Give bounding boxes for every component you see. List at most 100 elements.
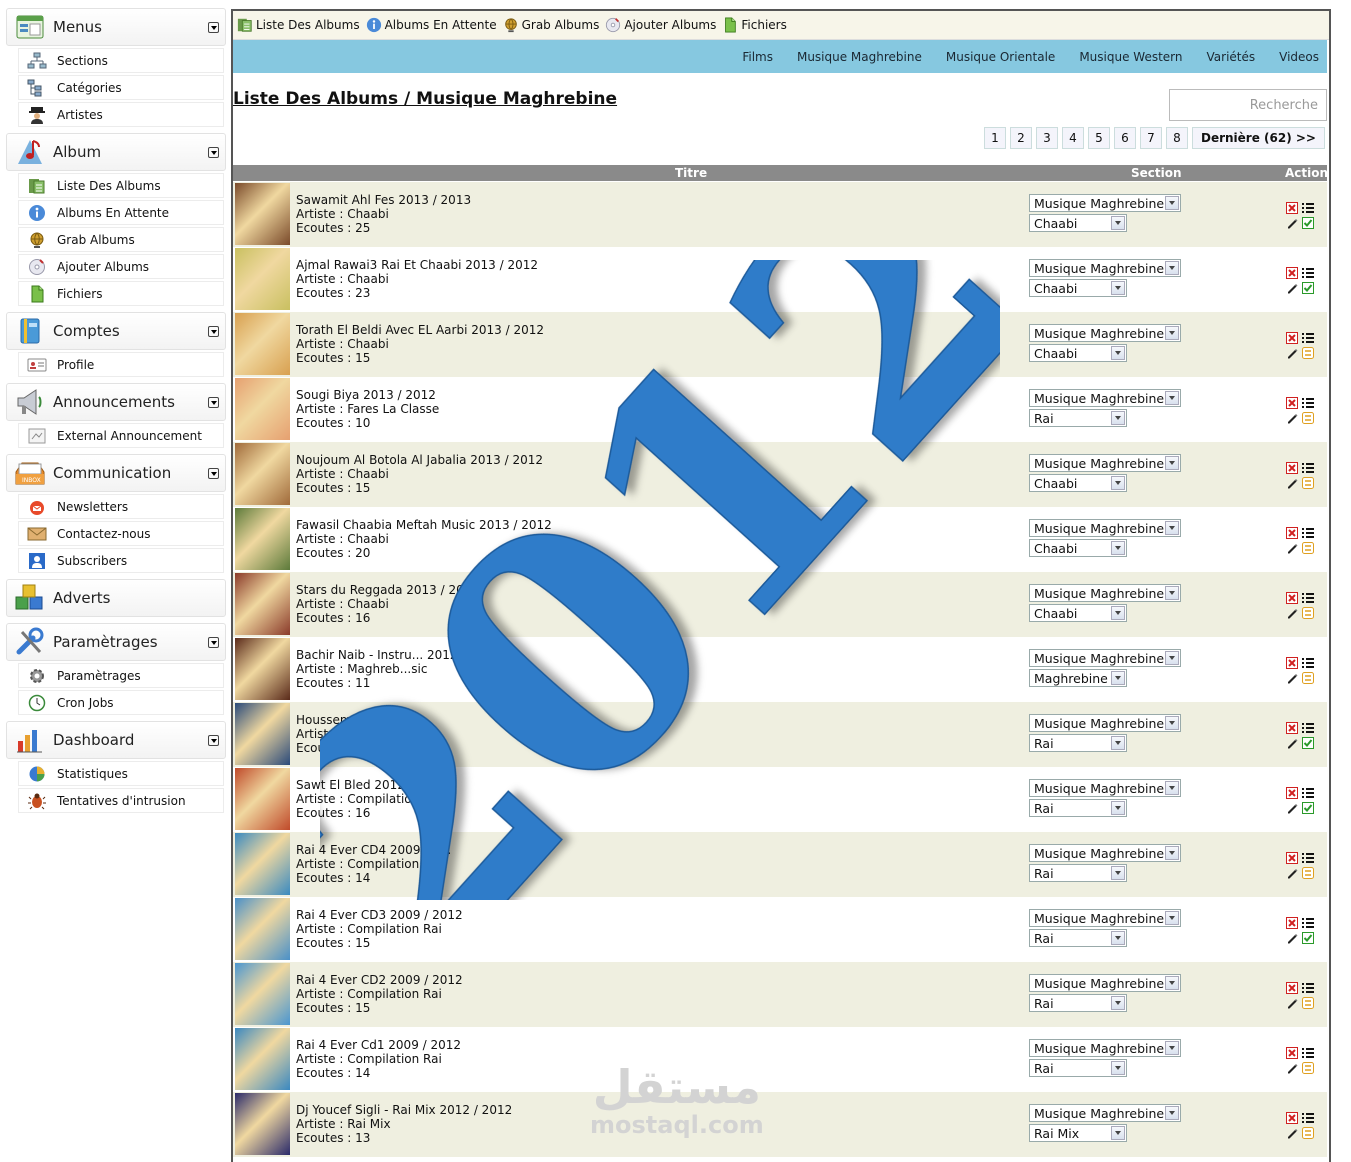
sidebar-section-communication[interactable]: INBOX Communication: [6, 454, 226, 492]
album-cover-thumbnail[interactable]: [235, 963, 290, 1025]
edit-icon[interactable]: [1286, 932, 1298, 944]
toolbar-link-albums-en-attente[interactable]: Albums En Attente: [366, 17, 497, 33]
category-link-varietes[interactable]: Variétés: [1207, 50, 1256, 64]
sidebar-item-artistes[interactable]: Artistes: [18, 102, 224, 127]
sidebar-item-cron-jobs[interactable]: Cron Jobs: [18, 690, 224, 715]
delete-icon[interactable]: [1286, 722, 1298, 734]
list-icon[interactable]: [1302, 592, 1314, 604]
status-pending-icon[interactable]: [1302, 672, 1314, 684]
edit-icon[interactable]: [1286, 802, 1298, 814]
section-select[interactable]: Musique Maghrebine: [1029, 974, 1181, 992]
section-select[interactable]: Musique Maghrebine: [1029, 194, 1181, 212]
section-select[interactable]: Musique Maghrebine: [1029, 454, 1181, 472]
section-select[interactable]: Musique Maghrebine: [1029, 324, 1181, 342]
category-link-musique-orientale[interactable]: Musique Orientale: [946, 50, 1055, 64]
album-cover-thumbnail[interactable]: [235, 703, 290, 765]
section-select[interactable]: Musique Maghrebine: [1029, 909, 1181, 927]
album-cover-thumbnail[interactable]: [235, 638, 290, 700]
collapse-arrow-icon[interactable]: [208, 147, 219, 158]
category-select[interactable]: Rai: [1029, 994, 1127, 1012]
edit-icon[interactable]: [1286, 282, 1298, 294]
delete-icon[interactable]: [1286, 982, 1298, 994]
album-cover-thumbnail[interactable]: [235, 508, 290, 570]
collapse-arrow-icon[interactable]: [208, 22, 219, 33]
section-select[interactable]: Musique Maghrebine: [1029, 649, 1181, 667]
category-link-videos[interactable]: Videos: [1279, 50, 1319, 64]
album-cover-thumbnail[interactable]: [235, 1028, 290, 1090]
edit-icon[interactable]: [1286, 347, 1298, 359]
collapse-arrow-icon[interactable]: [208, 637, 219, 648]
toolbar-link-liste-des-albums[interactable]: Liste Des Albums: [237, 17, 360, 33]
section-select[interactable]: Musique Maghrebine: [1029, 519, 1181, 537]
list-icon[interactable]: [1302, 462, 1314, 474]
category-select[interactable]: Rai: [1029, 864, 1127, 882]
page-link-8[interactable]: 8: [1165, 127, 1188, 149]
list-icon[interactable]: [1302, 657, 1314, 669]
sidebar-section-announcements[interactable]: Announcements: [6, 383, 226, 421]
section-select[interactable]: Musique Maghrebine: [1029, 584, 1181, 602]
sidebar-item-statistiques[interactable]: Statistiques: [18, 761, 224, 786]
category-link-musique-maghrebine[interactable]: Musique Maghrebine: [797, 50, 922, 64]
delete-icon[interactable]: [1286, 852, 1298, 864]
album-cover-thumbnail[interactable]: [235, 768, 290, 830]
page-link-4[interactable]: 4: [1061, 127, 1084, 149]
edit-icon[interactable]: [1286, 542, 1298, 554]
album-cover-thumbnail[interactable]: [235, 898, 290, 960]
category-select[interactable]: Chaabi: [1029, 214, 1127, 232]
status-pending-icon[interactable]: [1302, 607, 1314, 619]
status-pending-icon[interactable]: [1302, 477, 1314, 489]
category-select[interactable]: Chaabi: [1029, 539, 1127, 557]
sidebar-section-parametrages[interactable]: Paramètrages: [6, 623, 226, 661]
category-select[interactable]: Chaabi: [1029, 604, 1127, 622]
list-icon[interactable]: [1302, 267, 1314, 279]
collapse-arrow-icon[interactable]: [208, 468, 219, 479]
sidebar-item-contactez-nous[interactable]: Contactez-nous: [18, 521, 224, 546]
edit-icon[interactable]: [1286, 217, 1298, 229]
list-icon[interactable]: [1302, 982, 1314, 994]
section-select[interactable]: Musique Maghrebine: [1029, 714, 1181, 732]
list-icon[interactable]: [1302, 722, 1314, 734]
sidebar-section-menus[interactable]: Menus: [6, 8, 226, 46]
sidebar-item-parametrages[interactable]: Paramètrages: [18, 663, 224, 688]
status-pending-icon[interactable]: [1302, 1062, 1314, 1074]
album-cover-thumbnail[interactable]: [235, 443, 290, 505]
toolbar-link-ajouter-albums[interactable]: Ajouter Albums: [605, 17, 716, 33]
album-cover-thumbnail[interactable]: [235, 573, 290, 635]
status-active-icon[interactable]: [1302, 802, 1314, 814]
sidebar-item-liste-des-albums[interactable]: Liste Des Albums: [18, 173, 224, 198]
status-active-icon[interactable]: [1302, 282, 1314, 294]
category-select[interactable]: Rai: [1029, 929, 1127, 947]
delete-icon[interactable]: [1286, 592, 1298, 604]
sidebar-item-profile[interactable]: Profile: [18, 352, 224, 377]
list-icon[interactable]: [1302, 852, 1314, 864]
list-icon[interactable]: [1302, 787, 1314, 799]
category-select[interactable]: Rai: [1029, 799, 1127, 817]
category-select[interactable]: Chaabi: [1029, 279, 1127, 297]
section-select[interactable]: Musique Maghrebine: [1029, 779, 1181, 797]
list-icon[interactable]: [1302, 1047, 1314, 1059]
list-icon[interactable]: [1302, 202, 1314, 214]
category-select[interactable]: Rai: [1029, 1059, 1127, 1077]
sidebar-section-dashboard[interactable]: Dashboard: [6, 721, 226, 759]
album-cover-thumbnail[interactable]: [235, 1093, 290, 1155]
status-active-icon[interactable]: [1302, 217, 1314, 229]
category-select[interactable]: Chaabi: [1029, 344, 1127, 362]
category-select[interactable]: Chaabi: [1029, 474, 1127, 492]
status-pending-icon[interactable]: [1302, 542, 1314, 554]
delete-icon[interactable]: [1286, 787, 1298, 799]
section-select[interactable]: Musique Maghrebine: [1029, 1104, 1181, 1122]
status-active-icon[interactable]: [1302, 737, 1314, 749]
sidebar-item-fichiers[interactable]: Fichiers: [18, 281, 224, 306]
page-link-7[interactable]: 7: [1139, 127, 1162, 149]
list-icon[interactable]: [1302, 332, 1314, 344]
section-select[interactable]: Musique Maghrebine: [1029, 844, 1181, 862]
edit-icon[interactable]: [1286, 737, 1298, 749]
album-cover-thumbnail[interactable]: [235, 313, 290, 375]
page-link-6[interactable]: 6: [1113, 127, 1136, 149]
collapse-arrow-icon[interactable]: [208, 397, 219, 408]
sidebar-item-sections[interactable]: Sections: [18, 48, 224, 73]
delete-icon[interactable]: [1286, 332, 1298, 344]
edit-icon[interactable]: [1286, 607, 1298, 619]
delete-icon[interactable]: [1286, 462, 1298, 474]
delete-icon[interactable]: [1286, 1112, 1298, 1124]
